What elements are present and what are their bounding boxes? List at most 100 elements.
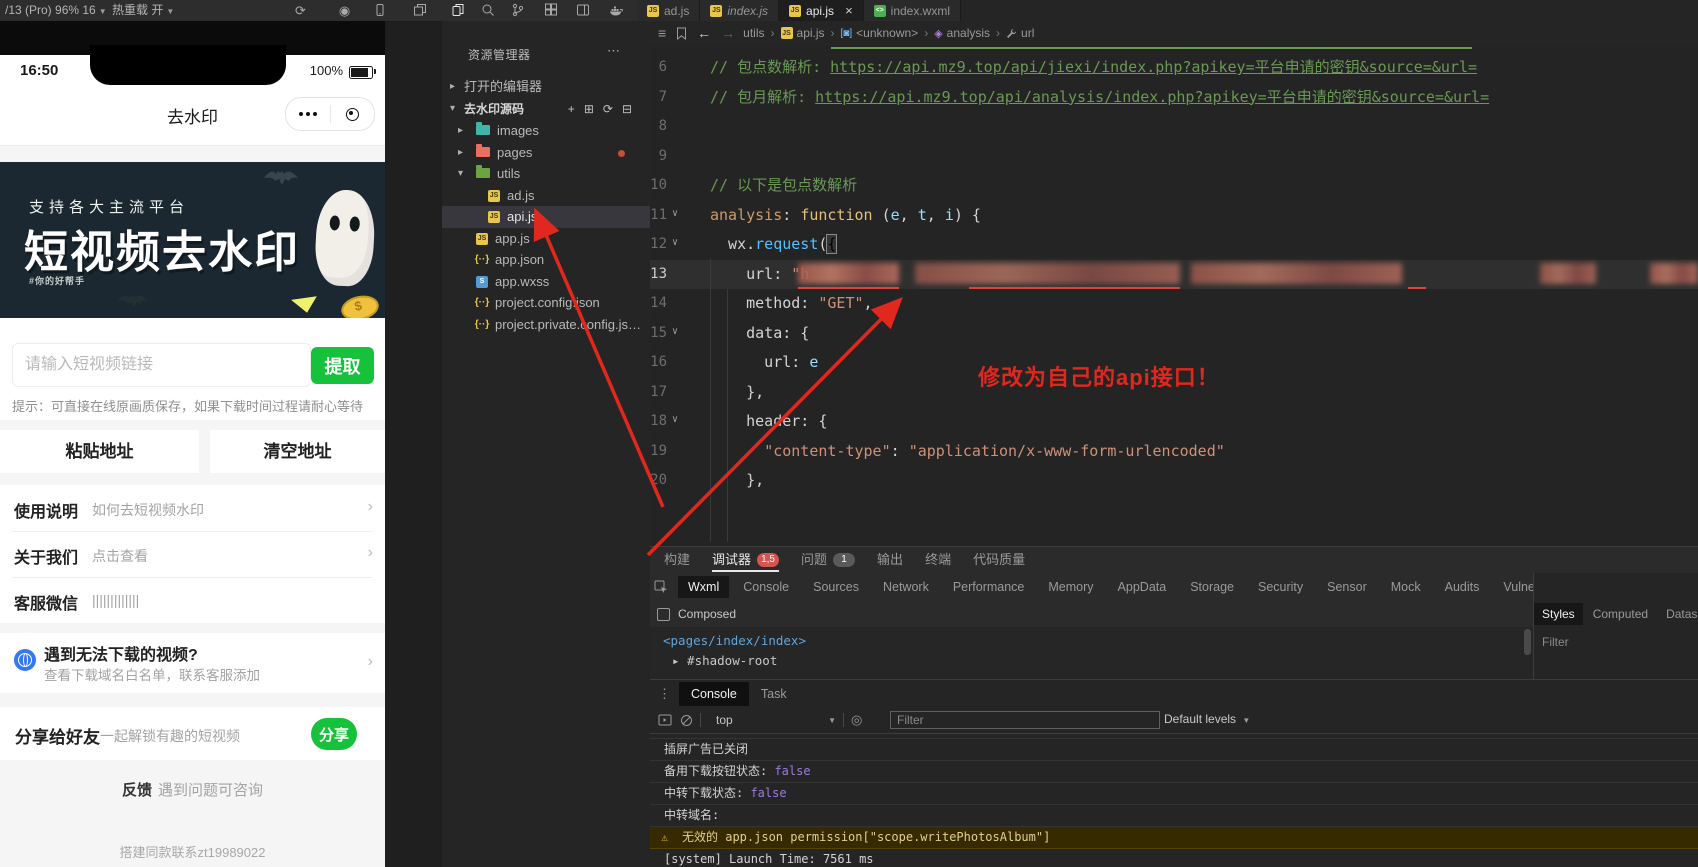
fold-chevron-icon[interactable]: ∨ <box>672 317 678 347</box>
devtools-tab-Network[interactable]: Network <box>873 576 939 598</box>
devtools-tab-Storage[interactable]: Storage <box>1180 576 1244 598</box>
eye-icon[interactable]: ◎ <box>851 712 862 728</box>
list-item-3[interactable]: 客服微信 ||||||||||||| <box>0 577 385 623</box>
code-editor[interactable]: 6 // 包点数解析: https://api.mz9.top/api/jiexi… <box>650 45 1698 546</box>
share-button[interactable]: 分享 <box>311 718 357 750</box>
code-line-12[interactable]: 12 ∨ wx.request({ <box>650 230 1698 260</box>
scrollbar-thumb[interactable] <box>1524 629 1531 655</box>
devtools-tab-Mock[interactable]: Mock <box>1381 576 1431 598</box>
devtools-tab-Console[interactable]: Console <box>733 576 799 598</box>
code-line-20[interactable]: 20 }, <box>650 466 1698 496</box>
breadcrumb-item-unknown[interactable]: [◙] <unknown> <box>841 26 919 40</box>
wxml-root-node[interactable]: <pages/index/index> <box>663 633 806 648</box>
tree-item-app.wxss[interactable]: Sapp.wxss <box>442 271 650 293</box>
kebab-menu-icon[interactable]: ⋮ <box>658 686 671 702</box>
list-item-2[interactable]: 关于我们 点击查看 › <box>0 531 385 577</box>
styles-tab-Computed[interactable]: Computed <box>1585 603 1656 625</box>
extensions-icon[interactable] <box>543 3 558 18</box>
devtools-tab-Security[interactable]: Security <box>1248 576 1313 598</box>
panel-tab-问题[interactable]: 问题 1 <box>801 547 856 573</box>
files-icon[interactable] <box>450 3 465 18</box>
minimize-target-icon[interactable] <box>331 107 375 121</box>
editor-tab-index.js[interactable]: JS index.js <box>700 0 780 21</box>
fold-chevron-icon[interactable]: ∨ <box>672 228 678 258</box>
console-tab-Console[interactable]: Console <box>679 681 749 706</box>
tree-item-project.private.config.js[interactable]: {··} project.private.config.js… <box>442 314 650 336</box>
breadcrumb-item-api.js[interactable]: JS api.js <box>780 26 825 40</box>
panel-tab-构建[interactable]: 构建 <box>664 547 690 573</box>
code-line-6[interactable]: 6 // 包点数解析: https://api.mz9.top/api/jiexi… <box>650 53 1698 83</box>
inspect-element-icon[interactable] <box>654 580 668 594</box>
editor-tab-api.js[interactable]: JS api.js × <box>779 0 864 21</box>
tree-item-project.config.json[interactable]: {··} project.config.json <box>442 292 650 314</box>
panel-tab-终端[interactable]: 终端 <box>925 547 951 573</box>
panel-tab-输出[interactable]: 输出 <box>877 547 903 573</box>
tree-item-app.json[interactable]: {··} app.json <box>442 249 650 271</box>
console-row-warn[interactable]: ⚠ 无效的 app.json permission["scope.writePho… <box>650 827 1698 849</box>
breadcrumb-item-url[interactable]: url <box>1006 26 1034 40</box>
tree-item-utils[interactable]: ▾ utils <box>442 163 650 185</box>
explorer-section-project[interactable]: ▾ 去水印源码 + ⊞ ⟳ ⊟ <box>442 98 650 120</box>
device-selector[interactable]: /13 (Pro) 96% 16 ▼ <box>5 0 107 21</box>
styles-filter-input[interactable]: Filter <box>1542 635 1569 649</box>
back-arrow-icon[interactable]: ← <box>697 25 711 41</box>
phone-preview-icon[interactable] <box>372 3 387 18</box>
outline-list-icon[interactable]: ≡ <box>658 25 666 41</box>
breadcrumb-item-utils[interactable]: utils <box>743 26 764 40</box>
code-line-10[interactable]: 10 // 以下是包点数解析 <box>650 171 1698 201</box>
tree-item-api.js[interactable]: JS api.js <box>442 206 650 228</box>
devtools-tab-Wxml[interactable]: Wxml <box>678 576 730 598</box>
breadcrumb-item-analysis[interactable]: ◈ analysis <box>934 26 990 40</box>
tree-item-images[interactable]: ▸ images <box>442 120 650 142</box>
devtools-tab-Audits[interactable]: Audits <box>1435 576 1490 598</box>
docker-whale-icon[interactable] <box>608 3 623 18</box>
hot-reload-toggle[interactable]: 热重载 开 ▼ <box>112 0 174 21</box>
console-tab-Task[interactable]: Task <box>749 682 799 706</box>
help-card[interactable]: 遇到无法下载的视频? 查看下载域名白名单，联系客服添加 › <box>0 633 385 693</box>
code-line-14[interactable]: 14 method: "GET", <box>650 289 1698 319</box>
panel-toggle-icon[interactable] <box>658 713 672 727</box>
layout-icon[interactable] <box>575 3 590 18</box>
refresh-icon[interactable]: ⟳ <box>603 98 613 120</box>
paste-address-button[interactable]: 粘贴地址 <box>0 430 199 473</box>
refresh-icon[interactable]: ⟳ <box>293 3 308 18</box>
multi-window-icon[interactable] <box>412 3 427 18</box>
search-icon[interactable] <box>480 3 495 18</box>
code-line-9[interactable]: 9 <box>650 142 1698 172</box>
devtools-tab-Performance[interactable]: Performance <box>943 576 1035 598</box>
log-levels-selector[interactable]: Default levels ▼ <box>1164 712 1250 726</box>
tree-item-ad.js[interactable]: JS ad.js <box>442 185 650 207</box>
devtools-tab-Sensor[interactable]: Sensor <box>1317 576 1377 598</box>
clear-address-button[interactable]: 清空地址 <box>210 430 385 473</box>
editor-tab-index.wxml[interactable]: <> index.wxml <box>863 0 962 21</box>
context-selector[interactable]: top ▼ <box>716 713 836 727</box>
devtools-tab-Memory[interactable]: Memory <box>1038 576 1103 598</box>
devtools-tab-Sources[interactable]: Sources <box>803 576 869 598</box>
explorer-section-open-editors[interactable]: ▸ 打开的编辑器 <box>442 76 650 98</box>
panel-tab-代码质量[interactable]: 代码质量 <box>973 547 1025 573</box>
source-control-icon[interactable] <box>510 3 525 18</box>
clear-console-icon[interactable] <box>680 714 693 727</box>
record-icon[interactable]: ◉ <box>337 3 352 18</box>
composed-checkbox[interactable] <box>657 607 670 621</box>
tree-item-pages[interactable]: ▸ pages <box>442 142 650 164</box>
collapse-all-icon[interactable]: ⊟ <box>622 98 632 120</box>
close-icon[interactable]: × <box>845 4 853 17</box>
fold-chevron-icon[interactable]: ∨ <box>672 405 678 435</box>
styles-tab-Datas[interactable]: Datas <box>1658 603 1698 625</box>
feedback-link[interactable]: 反馈 遇到问题可咨询 <box>0 779 385 800</box>
more-menu-icon[interactable] <box>286 112 330 116</box>
styles-tab-Styles[interactable]: Styles <box>1534 603 1583 625</box>
code-line-8[interactable]: 8 <box>650 112 1698 142</box>
forward-arrow-icon[interactable]: → <box>721 25 735 41</box>
console-filter-input[interactable] <box>890 711 1160 729</box>
panel-tab-调试器[interactable]: 调试器 1,5 <box>712 547 780 573</box>
explorer-more-icon[interactable]: ⋯ <box>607 43 620 59</box>
code-line-18[interactable]: 18 ∨ header: { <box>650 407 1698 437</box>
code-line-15[interactable]: 15 ∨ data: { <box>650 319 1698 349</box>
fold-chevron-icon[interactable]: ∨ <box>672 199 678 229</box>
extract-button[interactable]: 提取 <box>311 347 374 384</box>
code-line-19[interactable]: 19 "content-type": "application/x-www-fo… <box>650 437 1698 467</box>
devtools-tab-AppData[interactable]: AppData <box>1108 576 1177 598</box>
code-line-7[interactable]: 7 // 包月解析: https://api.mz9.top/api/analys… <box>650 83 1698 113</box>
